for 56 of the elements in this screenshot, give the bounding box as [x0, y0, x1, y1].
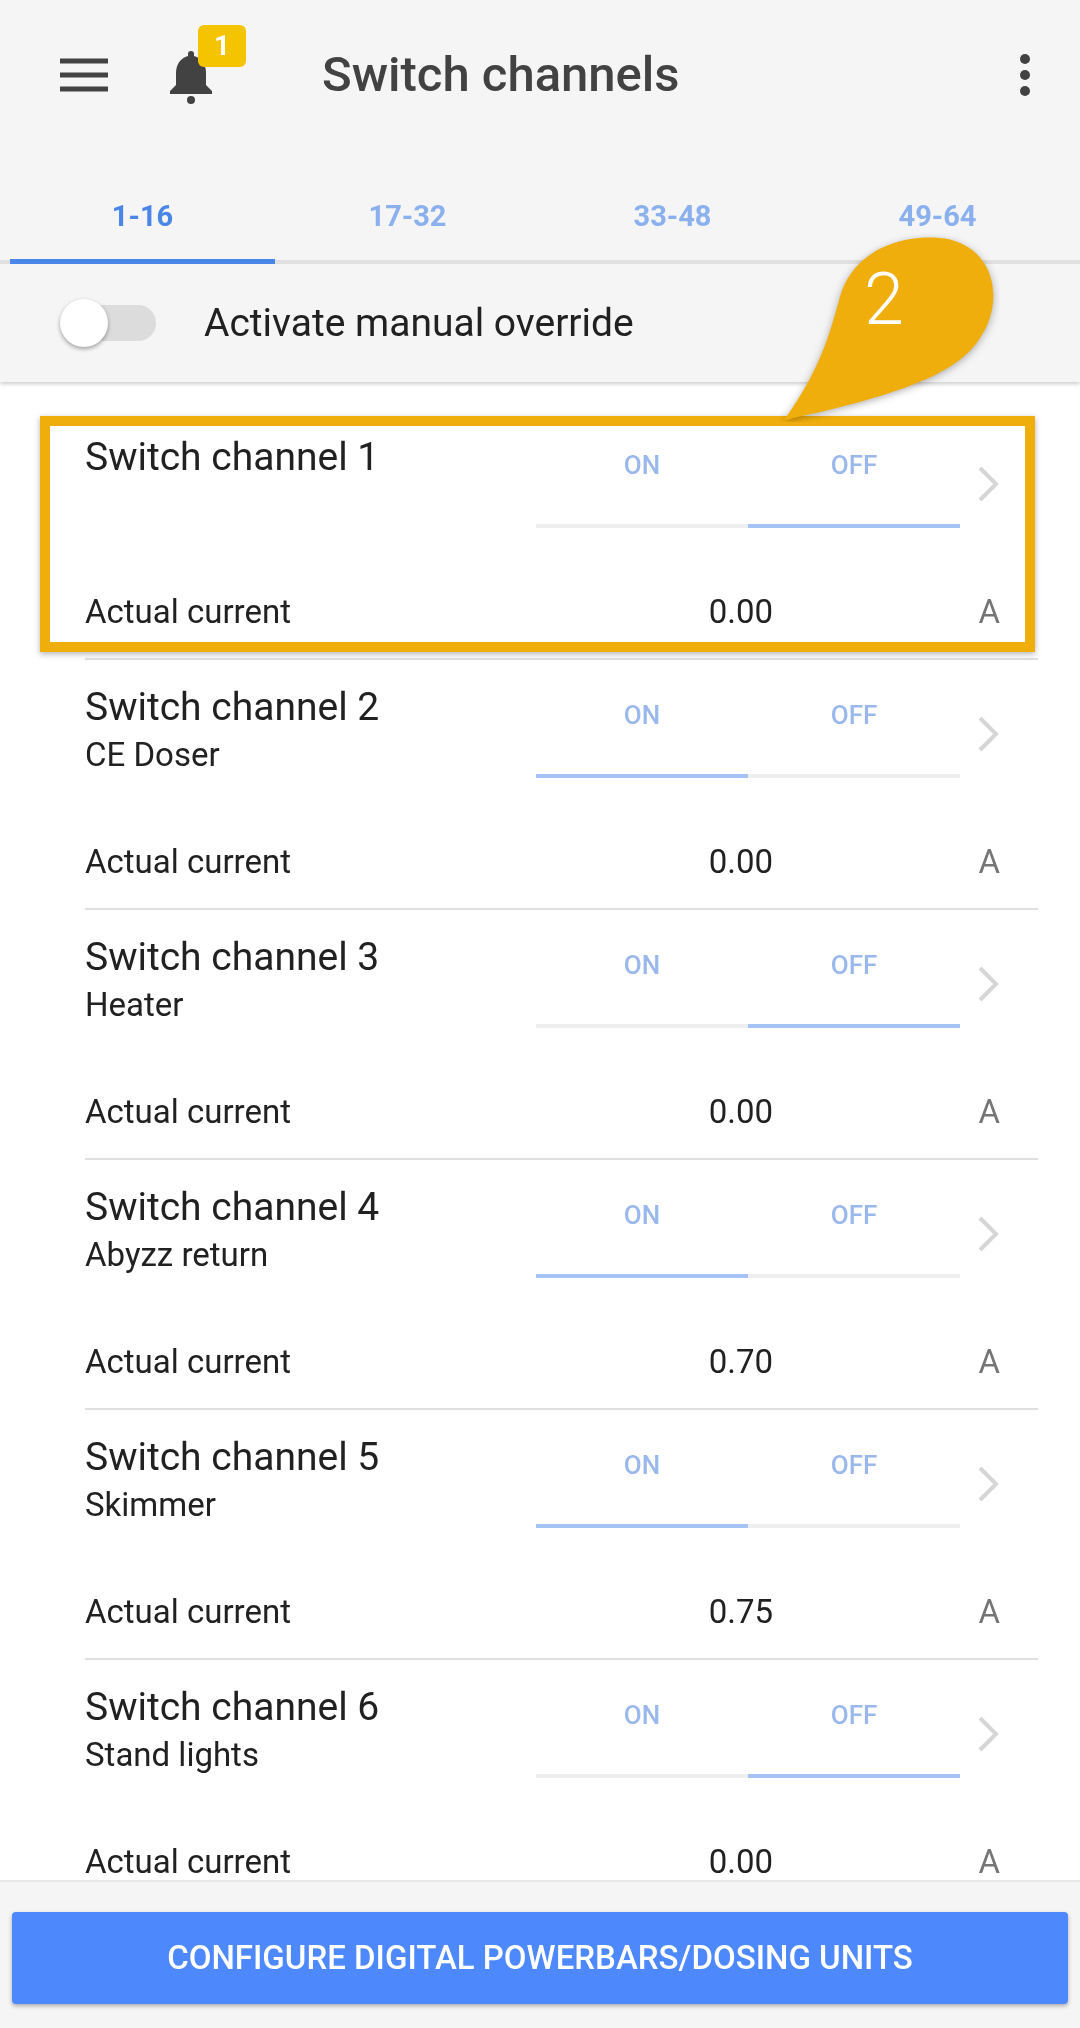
- current-value: 0.00: [707, 590, 773, 633]
- chevron-right-icon[interactable]: [976, 1464, 1000, 1504]
- more-options-icon[interactable]: [1018, 53, 1032, 97]
- override-label: Activate manual override: [204, 298, 634, 348]
- toggle-option[interactable]: OFF: [748, 690, 960, 778]
- toggle-option[interactable]: ON: [536, 1190, 748, 1278]
- current-label: Actual current: [85, 1340, 292, 1383]
- toggle-option[interactable]: ON: [536, 440, 748, 528]
- page-title: Switch channels: [322, 45, 680, 106]
- current-value: 0.75: [707, 1590, 773, 1633]
- current-unit: A: [978, 590, 1000, 633]
- channel-name: Switch channel 4: [85, 1183, 380, 1232]
- current-unit: A: [978, 840, 1000, 883]
- channel-description: Stand lights: [85, 1734, 259, 1776]
- toggle-option[interactable]: OFF: [748, 440, 960, 528]
- chevron-right-icon[interactable]: [976, 464, 1000, 504]
- chevron-right-icon[interactable]: [976, 714, 1000, 754]
- toggle-option[interactable]: ON: [536, 690, 748, 778]
- toggle-option[interactable]: ON: [536, 1440, 748, 1528]
- current-unit: A: [978, 1590, 1000, 1633]
- current-value: 0.70: [707, 1340, 773, 1383]
- chevron-right-icon[interactable]: [976, 964, 1000, 1004]
- range-tab[interactable]: 1-16: [10, 174, 275, 264]
- current-label: Actual current: [85, 590, 292, 633]
- current-label: Actual current: [85, 1590, 292, 1633]
- current-unit: A: [978, 1090, 1000, 1133]
- toggle-option[interactable]: OFF: [748, 1690, 960, 1778]
- configure-button[interactable]: CONFIGURE DIGITAL POWERBARS/DOSING UNITS: [12, 1912, 1068, 2004]
- toggle-option[interactable]: OFF: [748, 1440, 960, 1528]
- current-label: Actual current: [85, 1090, 292, 1133]
- chevron-right-icon[interactable]: [976, 1214, 1000, 1254]
- channel-description: Skimmer: [85, 1484, 216, 1526]
- toggle-option[interactable]: ON: [536, 940, 748, 1028]
- channel-name: Switch channel 3: [85, 933, 380, 982]
- channel-name: Switch channel 5: [85, 1433, 380, 1482]
- toggle-option[interactable]: OFF: [748, 1190, 960, 1278]
- menu-icon[interactable]: [58, 57, 110, 93]
- channel-description: Abyzz return: [85, 1234, 269, 1276]
- range-tab[interactable]: 33-48: [540, 174, 805, 264]
- toggle-option[interactable]: ON: [536, 1690, 748, 1778]
- current-unit: A: [978, 1340, 1000, 1383]
- current-value: 0.00: [707, 840, 773, 883]
- range-tab[interactable]: 17-32: [275, 174, 540, 264]
- current-label: Actual current: [85, 1840, 292, 1880]
- notification-badge: 1: [198, 25, 246, 67]
- channel-name: Switch channel 1: [85, 433, 380, 482]
- current-value: 0.00: [707, 1090, 773, 1133]
- channel-name: Switch channel 6: [85, 1683, 380, 1732]
- channel-description: CE Doser: [85, 734, 220, 776]
- channel-description: Heater: [85, 984, 184, 1026]
- current-value: 0.00: [707, 1840, 773, 1880]
- channel-name: Switch channel 2: [85, 683, 380, 732]
- current-label: Actual current: [85, 840, 292, 883]
- current-unit: A: [978, 1840, 1000, 1880]
- chevron-right-icon[interactable]: [976, 1714, 1000, 1754]
- toggle-option[interactable]: OFF: [748, 940, 960, 1028]
